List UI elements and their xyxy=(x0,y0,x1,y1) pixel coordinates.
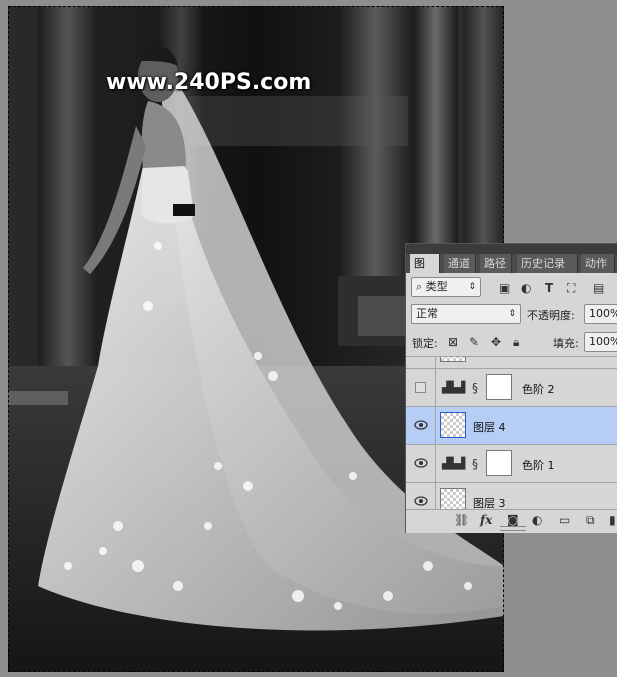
opacity-label: 不透明度: xyxy=(527,309,575,322)
layer-mask-thumbnail[interactable] xyxy=(486,374,512,400)
link-icon[interactable]: ⛓ xyxy=(454,513,469,527)
updown-icon: ⇕ xyxy=(508,309,516,319)
tab-paths[interactable]: 路径 xyxy=(480,254,512,273)
fill-label: 填充: xyxy=(553,337,579,350)
layer-row-levels-1[interactable]: ▟▙▟ § 色阶 1 xyxy=(406,445,617,483)
watermark: www.240PS.com xyxy=(106,70,312,95)
trash-icon[interactable]: ▮ xyxy=(609,513,616,527)
tab-history[interactable]: 历史记录 xyxy=(517,254,578,273)
layer-thumbnail xyxy=(440,357,466,362)
panel-grip[interactable] xyxy=(406,244,617,254)
layers-panel: 图层 通道 路径 历史记录 动作 ⌕ 类型 ⇕ ▣ ◐ T ⛶ ▤ 正常 ⇕ 不… xyxy=(405,243,617,533)
chain-link-icon[interactable]: § xyxy=(472,380,478,396)
layer-name[interactable]: 图层 4 xyxy=(473,419,506,435)
filter-kind-label: 类型 xyxy=(425,280,448,293)
layer-row-layer-4[interactable]: 图层 4 xyxy=(406,407,617,445)
search-icon: ⌕ xyxy=(416,280,423,293)
tab-channels[interactable]: 通道 xyxy=(444,254,476,273)
fx-icon[interactable]: fx xyxy=(480,513,492,527)
blend-mode-select[interactable]: 正常 ⇕ xyxy=(411,304,521,324)
layer-thumbnail[interactable] xyxy=(440,488,466,511)
layer-thumbnail[interactable] xyxy=(440,412,466,438)
updown-icon: ⇕ xyxy=(468,282,476,292)
filter-adjustment-icon[interactable]: ◐ xyxy=(521,280,531,296)
lock-row: 锁定: ⊠ ✎ ✥ 🔒︎ 填充: 100% xyxy=(406,330,617,354)
eye-icon[interactable] xyxy=(414,494,428,508)
tab-actions[interactable]: 动作 xyxy=(581,254,615,273)
opacity-input[interactable]: 100% xyxy=(584,304,617,324)
blend-row: 正常 ⇕ 不透明度: 100% xyxy=(406,302,617,326)
folder-icon[interactable]: ▭ xyxy=(559,513,570,527)
mask-icon[interactable]: ◙ xyxy=(507,513,519,527)
layer-name[interactable]: 色阶 1 xyxy=(522,457,555,473)
levels-adjustment-icon: ▟▙▟ xyxy=(442,381,465,394)
lock-all-icon[interactable]: 🔒︎ xyxy=(513,334,519,350)
layers-list: ▟▙▟ § 色阶 2 图层 4 ▟▙▟ § 色阶 1 图层 3 xyxy=(406,356,617,511)
eye-icon[interactable] xyxy=(414,456,428,470)
layer-row-partial[interactable] xyxy=(406,357,617,369)
resize-grip[interactable] xyxy=(500,526,526,531)
lock-label: 锁定: xyxy=(412,337,438,350)
filter-smartobject-icon[interactable]: ▤ xyxy=(593,280,604,296)
layer-row-layer-3[interactable]: 图层 3 xyxy=(406,483,617,511)
fill-input[interactable]: 100% xyxy=(584,332,617,352)
visibility-toggle-off[interactable] xyxy=(415,382,426,393)
adjustment-icon[interactable]: ◐ xyxy=(532,513,542,527)
blend-mode-value: 正常 xyxy=(416,307,438,320)
layer-name[interactable]: 色阶 2 xyxy=(522,381,555,397)
panel-tabs: 图层 通道 路径 历史记录 动作 xyxy=(406,244,617,289)
lock-position-icon[interactable]: ✥ xyxy=(491,334,501,350)
tab-layers[interactable]: 图层 xyxy=(410,254,440,289)
filter-shape-icon[interactable]: ⛶ xyxy=(567,280,575,296)
new-layer-icon[interactable]: ⧉ xyxy=(586,513,595,528)
layer-row-levels-2[interactable]: ▟▙▟ § 色阶 2 xyxy=(406,369,617,407)
eye-icon[interactable] xyxy=(414,418,428,432)
chain-link-icon[interactable]: § xyxy=(472,456,478,472)
lock-transparent-icon[interactable]: ⊠ xyxy=(448,334,458,350)
levels-adjustment-icon: ▟▙▟ xyxy=(442,457,465,470)
lock-paint-icon[interactable]: ✎ xyxy=(469,334,479,350)
panel-footer: ⛓ fx ◙ ◐ ▭ ⧉ ▮ xyxy=(406,509,617,533)
filter-kind-select[interactable]: ⌕ 类型 ⇕ xyxy=(411,277,481,297)
filter-row: ⌕ 类型 ⇕ ▣ ◐ T ⛶ ▤ xyxy=(406,275,617,299)
filter-type-icon[interactable]: T xyxy=(545,280,553,296)
filter-pixel-icon[interactable]: ▣ xyxy=(499,280,510,296)
layer-mask-thumbnail[interactable] xyxy=(486,450,512,476)
